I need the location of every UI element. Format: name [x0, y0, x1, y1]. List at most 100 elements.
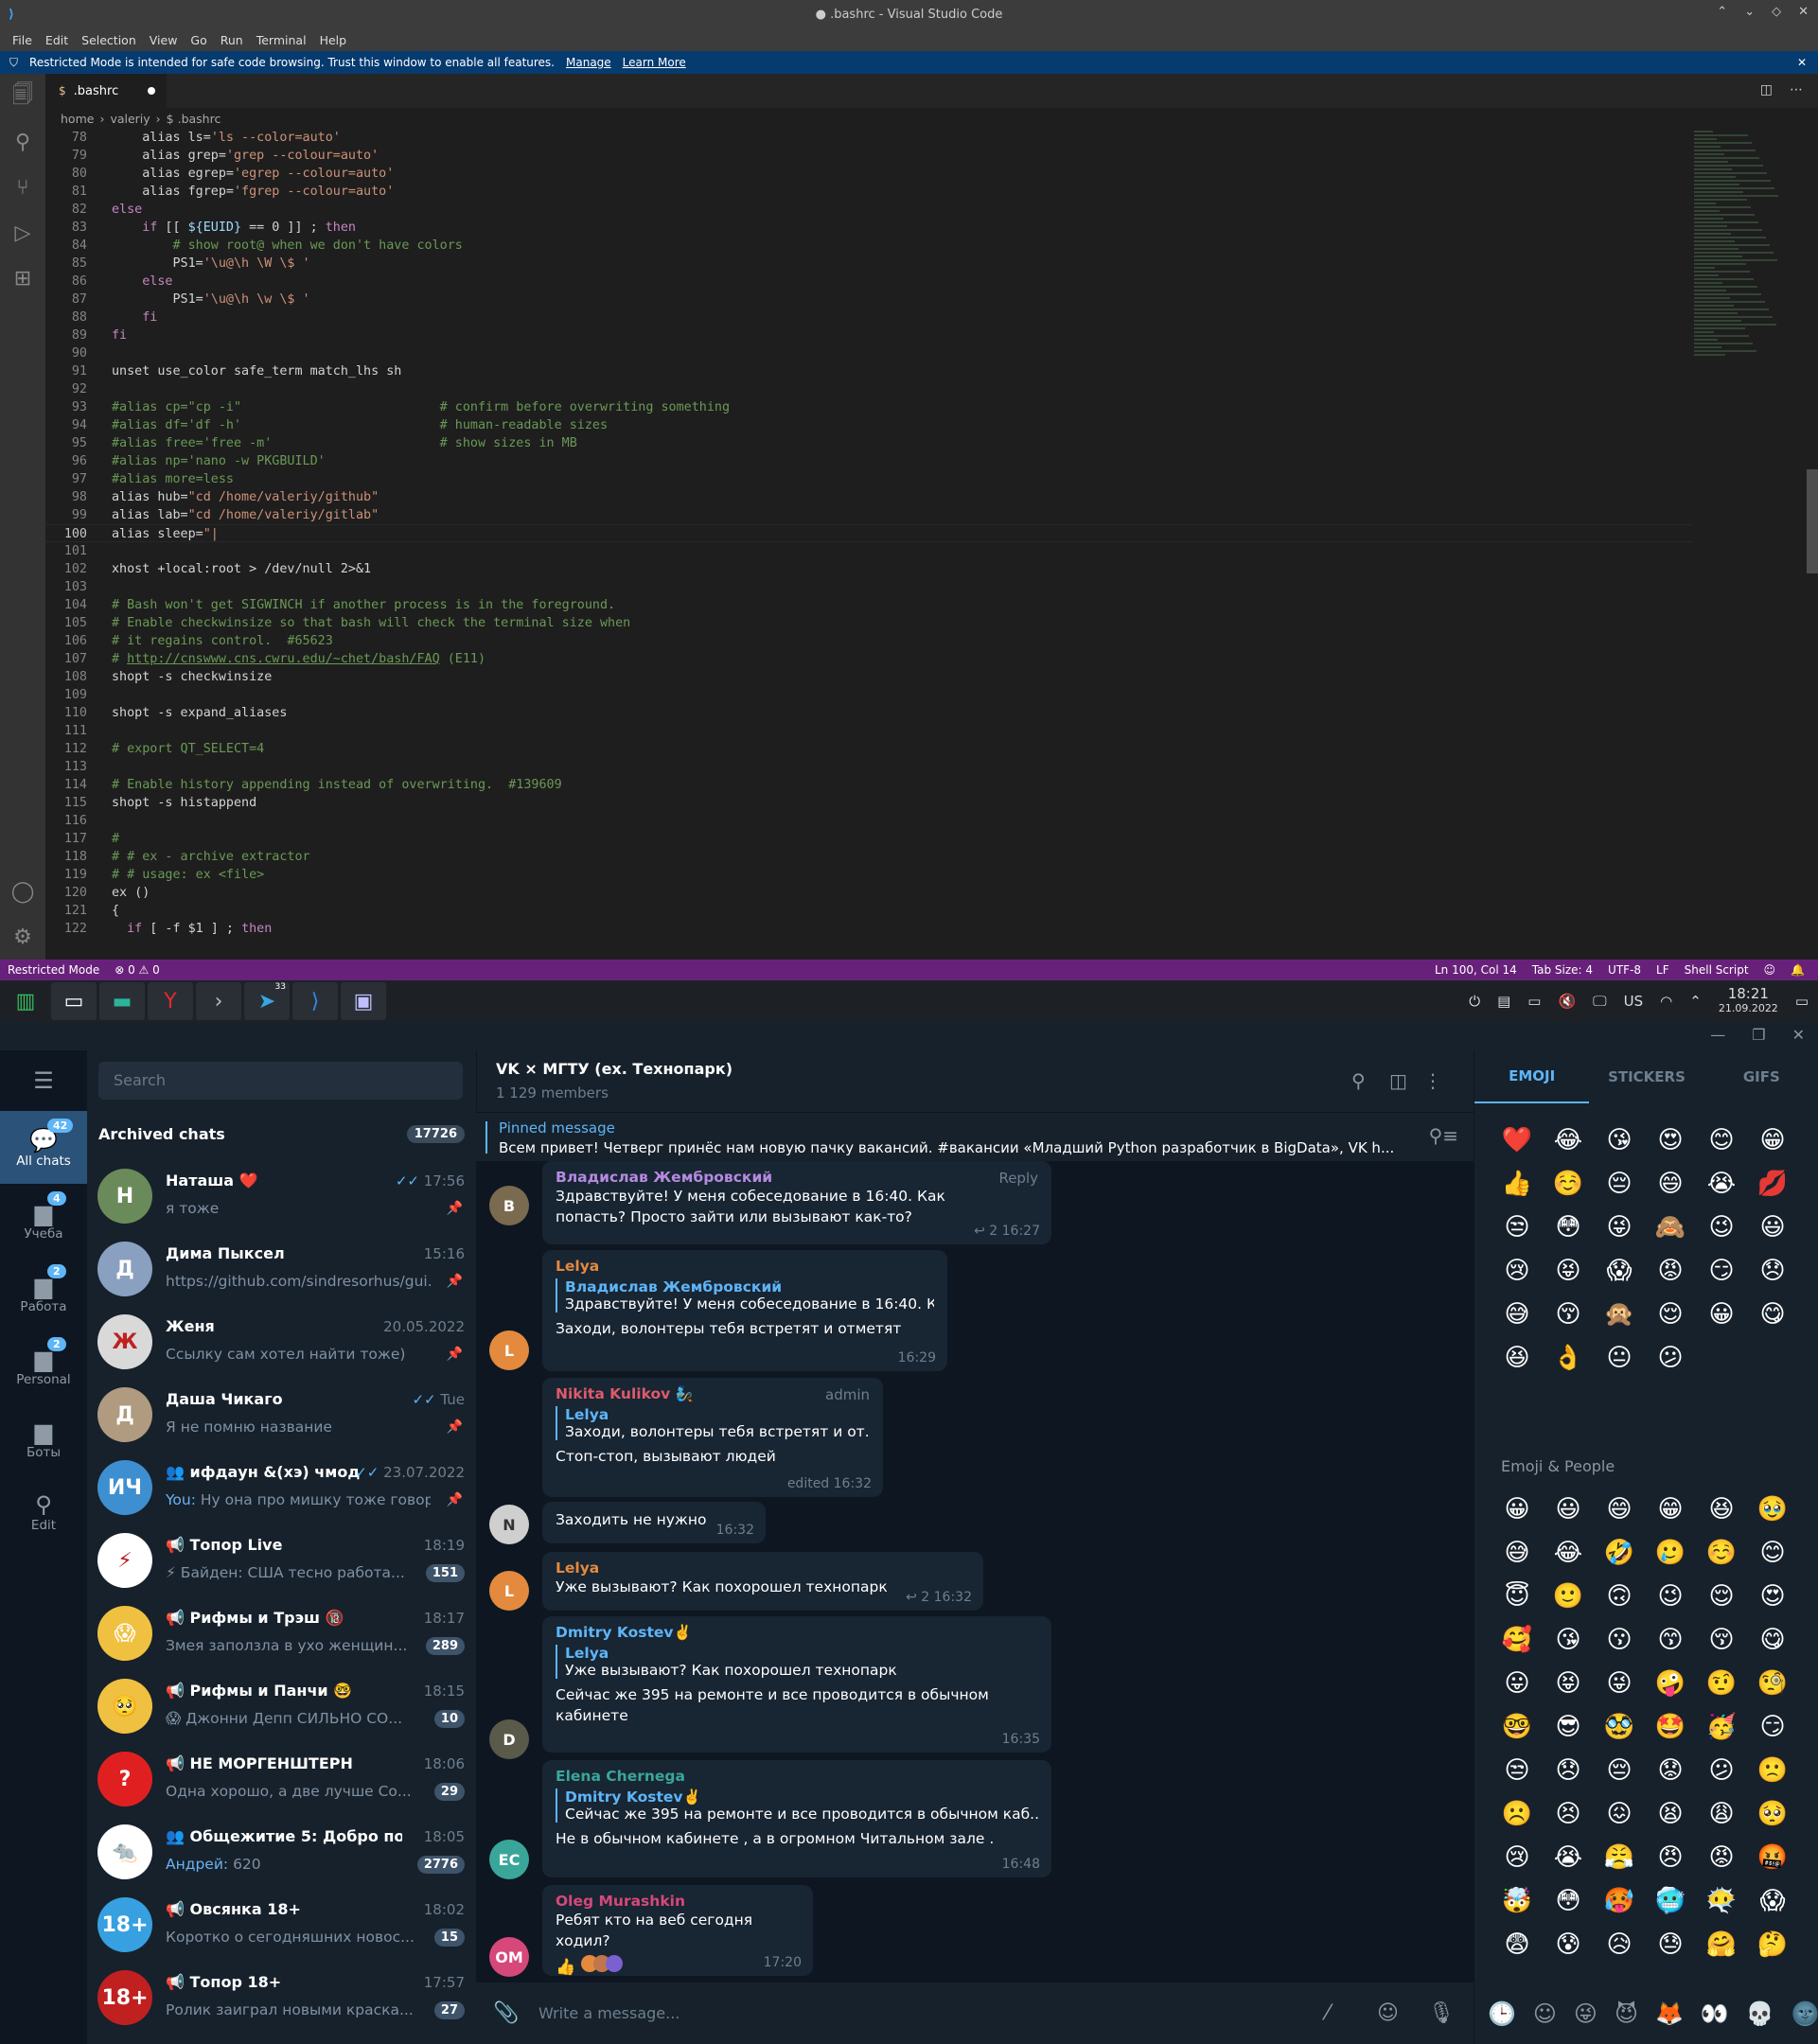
vscode-app-icon[interactable]: ⟩: [292, 982, 338, 1020]
chat-item[interactable]: 18+ 📢 Топор 18+ 17:57 Ролик заиграл новыми…: [87, 1962, 476, 2035]
code-editor[interactable]: 78 alias ls='ls --color=auto' 79 alias gr…: [45, 129, 1692, 960]
folder-0[interactable]: 💬 42 All chats: [0, 1111, 87, 1184]
message-bubble[interactable]: Elena Chernega Dmitry Kostev✌️ Сейчас же…: [542, 1760, 1051, 1877]
emoji-item[interactable]: 🤩: [1655, 1713, 1686, 1741]
emoji-item[interactable]: 😤: [1604, 1843, 1634, 1872]
emoji-item[interactable]: 😙: [1657, 1626, 1683, 1654]
emoji-item[interactable]: 😠: [1657, 1843, 1683, 1872]
folder-5[interactable]: ⚲ Edit: [0, 1475, 87, 1548]
chat-item[interactable]: 18+ 📢 Овсянка 18+ 18:02 Коротко о сегодняш…: [87, 1889, 476, 1962]
emoji-item[interactable]: 🤓: [1502, 1713, 1532, 1741]
recent-emoji[interactable]: 😱: [1606, 1257, 1632, 1285]
chat-item[interactable]: 😱 📢 Рифмы и Трэш 🔞 18:17 Змея заползла в у…: [87, 1597, 476, 1670]
emoji-item[interactable]: 😘: [1555, 1626, 1580, 1654]
message-bubble[interactable]: Lelya Владислав Жембровский Здравствуйте…: [542, 1250, 947, 1371]
code-line[interactable]: 85 PS1='\u@\h \W \$ ': [45, 255, 1692, 273]
emoji-item[interactable]: 🤯: [1502, 1887, 1532, 1915]
emoji-item[interactable]: 😅: [1504, 1539, 1529, 1567]
recent-emoji[interactable]: 💋: [1757, 1170, 1788, 1198]
chat-item[interactable]: ⚡ 📢 Топор Live 18:19 ⚡ Байден: США тесно р…: [87, 1524, 476, 1597]
run-debug-icon[interactable]: ▷: [0, 210, 45, 256]
code-line[interactable]: 82 else: [45, 201, 1692, 219]
emoji-item[interactable]: 😖: [1606, 1800, 1632, 1828]
message-bubble[interactable]: Заходить не нужно 16:32: [542, 1502, 766, 1543]
emoji-category-icon[interactable]: 💀: [1746, 2000, 1774, 2027]
recent-emoji[interactable]: 🙈: [1655, 1213, 1686, 1242]
sender-name[interactable]: Oleg Murashkin: [556, 1893, 800, 1910]
code-line[interactable]: 81 alias fgrep='fgrep --colour=auto': [45, 183, 1692, 201]
message-bubble[interactable]: Lelya Уже вызывают? Как похорошел техноп…: [542, 1552, 983, 1611]
recent-emoji[interactable]: ☺️: [1553, 1170, 1583, 1198]
emoji-item[interactable]: 😊: [1759, 1539, 1785, 1567]
code-line[interactable]: 105 # Enable checkwinsize so that bash wi…: [45, 614, 1692, 632]
avatar[interactable]: OM: [489, 1937, 529, 1977]
recent-emoji[interactable]: 😘: [1606, 1126, 1632, 1154]
encoding[interactable]: UTF-8: [1608, 963, 1641, 977]
code-line[interactable]: 80 alias egrep='egrep --colour=auto': [45, 165, 1692, 183]
recent-emoji[interactable]: 😁: [1759, 1126, 1785, 1154]
learn-more-link[interactable]: Learn More: [623, 56, 686, 69]
emoji-item[interactable]: 😳: [1555, 1887, 1580, 1915]
menu-help[interactable]: Help: [313, 33, 354, 47]
code-line[interactable]: 103: [45, 578, 1692, 596]
cursor-position[interactable]: Ln 100, Col 14: [1435, 963, 1517, 977]
tab-bashrc[interactable]: $ .bashrc: [45, 74, 167, 108]
menu-edit[interactable]: Edit: [39, 33, 75, 47]
message-bubble[interactable]: Nikita Kulikov 🧞 admin Lelya Заходи, вол…: [542, 1378, 883, 1497]
code-line[interactable]: 95 #alias free='free -m' # show sizes in …: [45, 434, 1692, 452]
emoji-item[interactable]: 😚: [1708, 1626, 1734, 1654]
code-line[interactable]: 83 if [[ ${EUID} == 0 ]] ; then: [45, 219, 1692, 237]
emoji-item[interactable]: 😨: [1504, 1930, 1529, 1959]
recent-emoji[interactable]: 😂: [1554, 1126, 1582, 1154]
recent-emoji[interactable]: 😏: [1708, 1257, 1734, 1285]
emoji-item[interactable]: 🥳: [1706, 1713, 1737, 1741]
recent-emoji[interactable]: 😌: [1657, 1300, 1683, 1329]
emoji-item[interactable]: 😍: [1759, 1582, 1785, 1611]
code-line[interactable]: 98 alias hub="cd /home/valeriy/github": [45, 488, 1692, 506]
menu-view[interactable]: View: [143, 33, 185, 47]
emoji-item[interactable]: 🥰: [1502, 1626, 1532, 1654]
reply-link[interactable]: Reply: [998, 1170, 1038, 1187]
close-icon[interactable]: ✕: [1792, 1026, 1805, 1044]
pinned-message[interactable]: Pinned message Всем привет! Четверг прин…: [476, 1112, 1474, 1161]
gear-icon[interactable]: ⚙: [0, 914, 45, 960]
code-line[interactable]: 94 #alias df='df -h' # human-readable siz…: [45, 416, 1692, 434]
emoji-item[interactable]: 😰: [1555, 1930, 1580, 1959]
console-app-icon[interactable]: ›: [196, 982, 241, 1020]
reply-quote[interactable]: Dmitry Kostev✌️ Сейчас же 395 на ремонте…: [556, 1788, 1038, 1823]
emoji-item[interactable]: 🧐: [1757, 1669, 1788, 1698]
code-line[interactable]: 86 else: [45, 273, 1692, 291]
emoji-item[interactable]: 🥲: [1655, 1539, 1686, 1567]
menu-run[interactable]: Run: [214, 33, 250, 47]
chat-title[interactable]: VK × МГТУ (ex. Технопарк): [496, 1060, 732, 1078]
minimap[interactable]: [1694, 129, 1803, 394]
reply-quote[interactable]: Lelya Заходи, волонтеры тебя встретят и …: [556, 1406, 870, 1440]
chat-item[interactable]: ИЧ 👥 ифдаун &(хэ) чмод ✓✓ 23.07.2022 You: Н…: [87, 1452, 476, 1524]
recent-emoji[interactable]: 🙊: [1604, 1300, 1634, 1329]
sender-name[interactable]: Владислав Жембровский: [556, 1169, 1038, 1186]
avatar[interactable]: В: [489, 1186, 529, 1225]
emoji-item[interactable]: 😜: [1606, 1669, 1632, 1698]
code-line[interactable]: 108 shopt -s checkwinsize: [45, 668, 1692, 686]
emoji-item[interactable]: 😏: [1759, 1713, 1785, 1741]
close-banner-icon[interactable]: ✕: [1797, 56, 1807, 69]
code-line[interactable]: 96 #alias np='nano -w PKGBUILD': [45, 452, 1692, 470]
emoji-item[interactable]: 🤨: [1706, 1669, 1737, 1698]
recent-emoji[interactable]: 😀: [1708, 1300, 1734, 1329]
recent-emoji[interactable]: 😒: [1504, 1213, 1529, 1242]
editor-scrollbar[interactable]: [1805, 129, 1818, 960]
code-line[interactable]: 88 fi: [45, 308, 1692, 326]
pin-list-icon[interactable]: ⚲≡: [1429, 1124, 1458, 1147]
emoji-item[interactable]: 😓: [1657, 1930, 1683, 1959]
end-of-line[interactable]: LF: [1656, 963, 1669, 977]
emoji-item[interactable]: 🤪: [1655, 1669, 1686, 1698]
recent-emoji[interactable]: 😍: [1657, 1126, 1683, 1154]
telegram-app-icon[interactable]: ➤ 33: [244, 982, 290, 1020]
minimize-icon[interactable]: —: [1710, 1026, 1725, 1044]
emoji-item[interactable]: 😗: [1606, 1626, 1632, 1654]
recent-emoji[interactable]: 😊: [1708, 1126, 1734, 1154]
chat-item[interactable]: 🥺 📢 Рифмы и Панчи 🤓 18:15 😱 Джонни Депп СИ…: [87, 1670, 476, 1743]
network-icon[interactable]: ⏻: [1469, 993, 1480, 1010]
search-icon[interactable]: ⚲: [1351, 1069, 1366, 1092]
code-line[interactable]: 93 #alias cp="cp -i" # confirm before ove…: [45, 398, 1692, 416]
